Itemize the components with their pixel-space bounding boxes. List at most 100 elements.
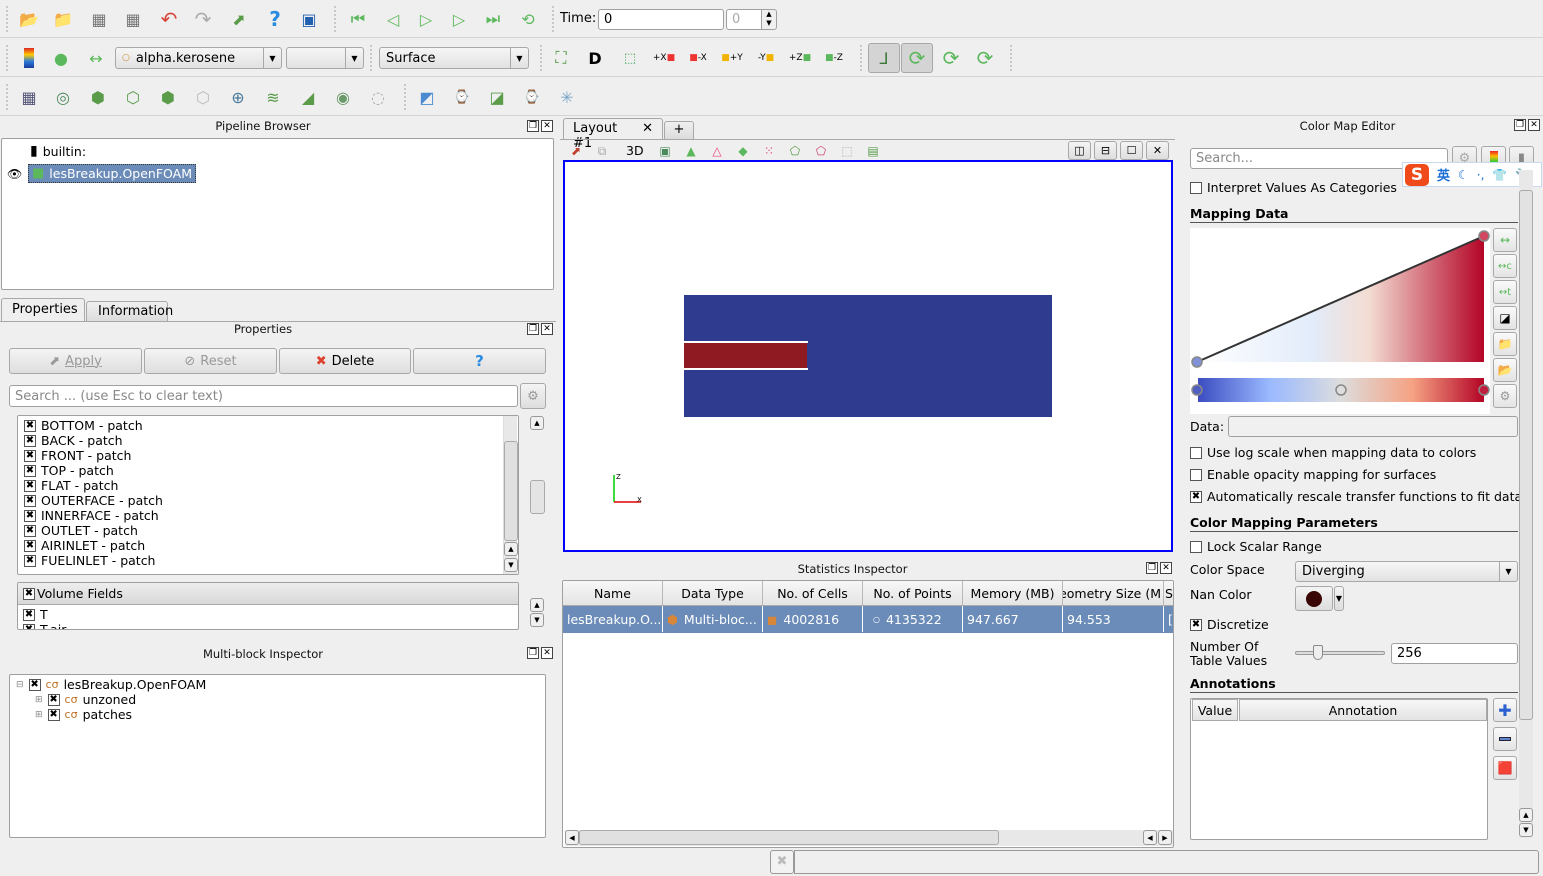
play-icon[interactable]: ▷ <box>413 6 439 32</box>
scroll-thumb[interactable] <box>504 441 518 541</box>
view-minus-x-icon[interactable]: ■ -X <box>685 45 711 71</box>
patches-scrollbar[interactable]: ▲ ▼ <box>503 416 518 574</box>
undo-icon[interactable]: ↶ <box>156 6 182 32</box>
reset-button[interactable]: ⊘ Reset <box>144 348 277 374</box>
properties-scroll-up-2[interactable]: ▲ <box>530 598 544 612</box>
toolbar-grip[interactable] <box>334 6 338 32</box>
log-scale-checkbox[interactable]: Use log scale when mapping data to color… <box>1190 445 1476 460</box>
toolbar-grip[interactable] <box>6 6 10 32</box>
properties-scroll-up[interactable]: ▲ <box>530 416 544 430</box>
toolbar-grip[interactable] <box>6 45 10 71</box>
data-input[interactable] <box>1228 416 1518 437</box>
checkbox-checked-icon[interactable]: ✖ <box>24 479 36 492</box>
toggle-color-legend-icon[interactable] <box>16 45 42 71</box>
close-icon[interactable]: ✕ <box>1528 119 1540 131</box>
lock-scalar-range-checkbox[interactable]: Lock Scalar Range <box>1190 539 1322 554</box>
select-points-through-icon[interactable]: ⁙ <box>759 141 779 161</box>
disconnect-icon[interactable]: ▦ <box>120 6 146 32</box>
select-cells-polygon-icon[interactable]: ⬠ <box>785 141 805 161</box>
transfer-function-editor[interactable] <box>1190 228 1490 414</box>
toolbar-grip[interactable] <box>6 84 10 110</box>
warp-vector-icon[interactable]: ◢ <box>295 84 321 110</box>
help-icon[interactable]: ? <box>262 6 288 32</box>
toolbar-grip[interactable] <box>860 45 864 71</box>
interpret-categories-checkbox[interactable]: Interpret Values As Categories <box>1190 180 1397 195</box>
opacity-mapping-checkbox[interactable]: Enable opacity mapping for surfaces <box>1190 467 1436 482</box>
color-array-combo[interactable]: ○ alpha.kerosene ▼ <box>115 47 282 69</box>
advanced-settings-gear-icon[interactable]: ⚙ <box>520 383 546 409</box>
opacity-function-canvas[interactable] <box>1190 228 1490 414</box>
connect-icon[interactable]: ▦ <box>86 6 112 32</box>
next-frame-icon[interactable]: ▷ <box>446 6 472 32</box>
rescale-to-temporal-range-button[interactable]: ↔t <box>1493 280 1517 304</box>
checkbox-unchecked-icon[interactable] <box>1190 468 1202 481</box>
checkbox-checked-icon[interactable]: ✖ <box>24 554 36 567</box>
help-button[interactable]: ? <box>413 348 546 374</box>
patch-item[interactable]: ✖ TOP - patch <box>24 463 114 478</box>
tab-layout-1[interactable]: Layout #1 ✕ <box>563 118 663 151</box>
checkbox-checked-icon[interactable]: ✖ <box>23 623 35 629</box>
scroll-left-arrow[interactable]: ◀ <box>565 830 579 845</box>
transform-icon[interactable]: ✳ <box>554 84 580 110</box>
close-icon[interactable]: ✕ <box>541 120 553 132</box>
toolbar-grip[interactable] <box>552 6 556 32</box>
extract-level-icon[interactable]: ◌ <box>365 84 391 110</box>
loop-icon[interactable]: ⟲ <box>515 6 541 32</box>
split-horizontal-button[interactable]: ◫ <box>1068 141 1091 160</box>
toolbar-grip[interactable] <box>404 84 408 110</box>
properties-scroll-down[interactable]: ▼ <box>530 613 544 627</box>
patch-item[interactable]: ✖ FUELINLET - patch <box>24 553 155 568</box>
close-view-button[interactable]: ✕ <box>1146 141 1169 160</box>
properties-scroll-thumb[interactable] <box>530 480 545 514</box>
add-annotation-button[interactable]: ✚ <box>1493 698 1517 722</box>
component-combo[interactable]: ▼ <box>286 47 364 69</box>
close-tab-icon[interactable]: ✕ <box>642 121 653 138</box>
color-point-low[interactable] <box>1191 384 1203 396</box>
render-view[interactable]: Z X <box>563 160 1173 552</box>
show-orientation-axes-icon[interactable]: ⅃ <box>868 43 900 73</box>
apply-button[interactable]: ⬈ Apply <box>9 348 142 374</box>
volume-fields-header[interactable]: ✖ Volume Fields <box>18 583 518 605</box>
color-space-combo[interactable]: Diverging ▼ <box>1295 561 1518 582</box>
patch-item[interactable]: ✖ INNERFACE - patch <box>24 508 159 523</box>
stream-tracer-icon[interactable]: ≋ <box>260 84 286 110</box>
select-points-polygon-icon[interactable]: ⬠ <box>811 141 831 161</box>
checkbox-checked-icon[interactable]: ✖ <box>47 693 60 706</box>
extract-subset-icon[interactable]: ⬡ <box>190 84 216 110</box>
eye-icon[interactable]: 👁 <box>7 167 22 181</box>
screenshot-icon[interactable]: ▣ <box>655 141 675 161</box>
col-points[interactable]: No. of Points <box>863 581 963 605</box>
checkbox-checked-icon[interactable]: ✖ <box>1190 618 1202 631</box>
patch-item[interactable]: ✖ FLAT - patch <box>24 478 118 493</box>
3d-toggle-button[interactable]: 3D <box>626 143 644 158</box>
volume-field-item[interactable]: ✖ T <box>23 607 48 622</box>
save-preset-folder-button[interactable]: 📂 <box>1493 358 1517 382</box>
table-row[interactable]: lesBreakup.O... ⬢ Multi-bloc... ◼ 4002816 … <box>563 606 1173 633</box>
expand-icon[interactable]: ⊞ <box>35 710 43 720</box>
patch-item[interactable]: ✖ BACK - patch <box>24 433 123 448</box>
pipeline-item-builtin[interactable]: ▮ builtin: <box>30 143 86 159</box>
tree-node-unzoned[interactable]: ⊞ ✖ cσ unzoned <box>35 692 136 707</box>
plot-data-icon[interactable]: ◪ <box>484 84 510 110</box>
checkbox-checked-icon[interactable]: ✖ <box>47 708 60 721</box>
show-center-icon[interactable]: ⟳ <box>901 43 933 73</box>
color-point-high[interactable] <box>1478 384 1490 396</box>
time-input[interactable]: 0 <box>598 9 724 30</box>
checkbox-checked-icon[interactable]: ✖ <box>24 524 36 537</box>
float-icon[interactable]: ❐ <box>527 120 539 132</box>
threshold-icon[interactable]: ⬢ <box>155 84 181 110</box>
col-annotation[interactable]: Annotation <box>1239 699 1487 721</box>
checkbox-checked-icon[interactable]: ✖ <box>24 449 36 462</box>
opacity-point-low[interactable] <box>1191 356 1203 368</box>
first-frame-icon[interactable]: ⏮ <box>345 6 371 32</box>
float-icon[interactable]: ❐ <box>527 323 539 335</box>
select-cells-on-icon[interactable]: ▲ <box>681 141 701 161</box>
maximize-button[interactable]: ☐ <box>1120 141 1143 160</box>
scroll-thumb[interactable] <box>579 830 999 845</box>
delete-button[interactable]: ✖ Delete <box>279 348 411 374</box>
rescale-range-icon[interactable]: ↔ <box>83 45 109 71</box>
view-plus-z-icon[interactable]: +Z ■ <box>787 45 813 71</box>
load-state-icon[interactable]: 📁 <box>50 6 76 32</box>
col-geometry-size[interactable]: eometry Size (M <box>1063 581 1164 605</box>
patch-item[interactable]: ✖ BOTTOM - patch <box>24 418 143 433</box>
